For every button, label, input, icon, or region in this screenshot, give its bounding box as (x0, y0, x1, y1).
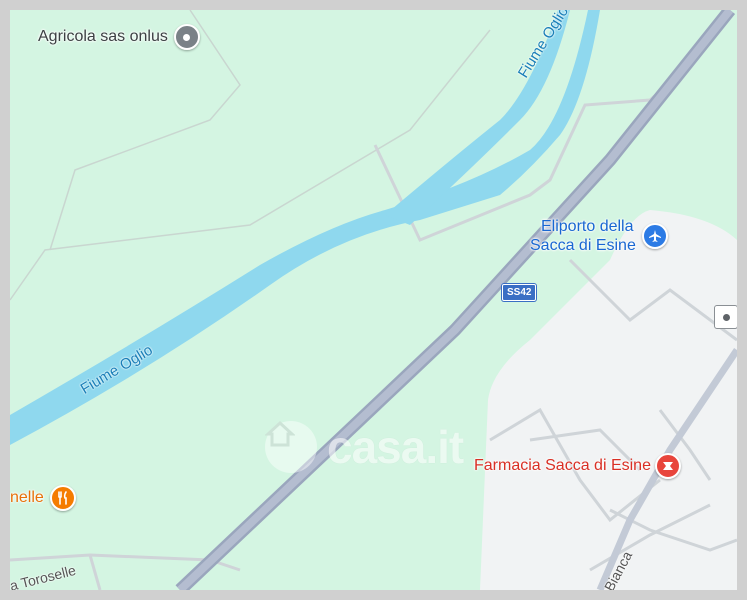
map-frame: Fiume Oglio Fiume Oglio a Toroselle Bian… (0, 0, 747, 600)
poi-eliporto-label: Eliporto della Sacca di Esine (530, 217, 636, 255)
poi-eliporto[interactable]: Eliporto della Sacca di Esine (530, 217, 668, 255)
map-geometry (10, 10, 737, 590)
poi-eliporto-line1: Eliporto della (541, 218, 634, 235)
airport-icon (641, 223, 668, 249)
poi-farmacia-label: Farmacia Sacca di Esine (474, 457, 651, 474)
house-icon (265, 420, 317, 473)
restaurant-icon (49, 485, 76, 511)
poi-restaurant[interactable]: nelle (10, 485, 76, 511)
pharmacy-icon (654, 453, 681, 479)
poi-agricola[interactable]: Agricola sas onlus (38, 24, 200, 50)
field-paths (10, 10, 491, 301)
map-canvas[interactable]: Fiume Oglio Fiume Oglio a Toroselle Bian… (10, 10, 737, 590)
edge-marker-icon[interactable] (714, 305, 737, 329)
highway-shield: SS42 (502, 284, 537, 301)
poi-restaurant-label: nelle (10, 489, 44, 506)
casa-watermark: casa.it (265, 420, 464, 474)
poi-eliporto-line2: Sacca di Esine (530, 237, 636, 254)
generic-pin-icon (173, 24, 200, 50)
watermark-text: casa.it (327, 421, 464, 473)
poi-farmacia[interactable]: Farmacia Sacca di Esine (474, 453, 681, 479)
poi-agricola-label: Agricola sas onlus (38, 28, 168, 45)
